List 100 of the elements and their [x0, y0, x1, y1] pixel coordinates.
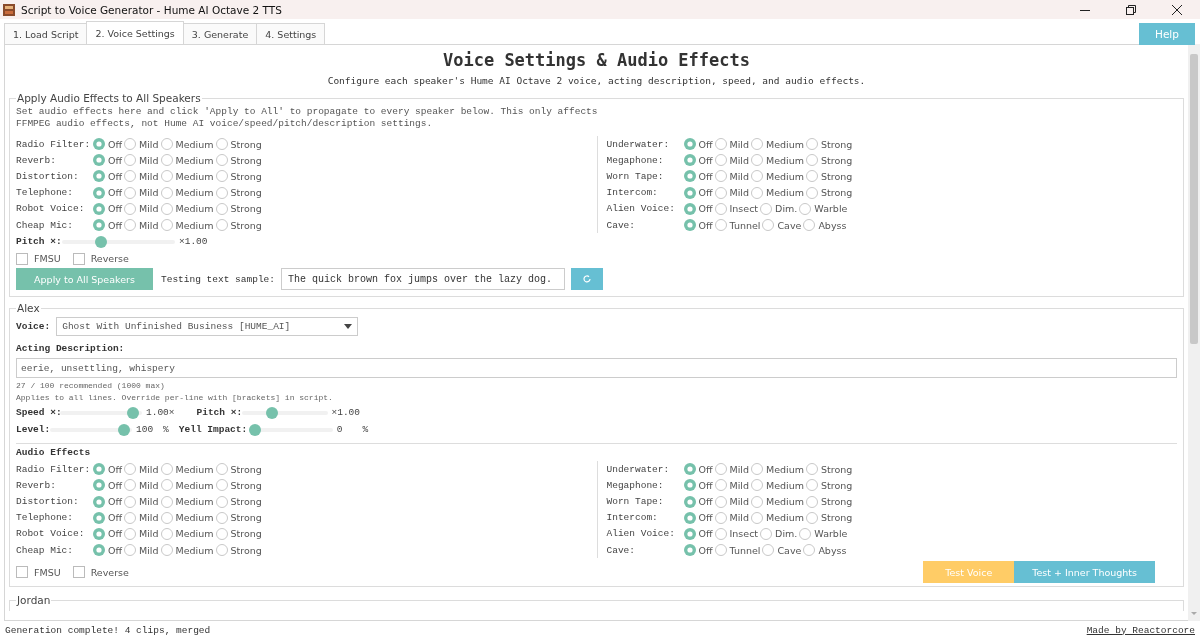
radio-option[interactable]: Strong [215, 511, 262, 524]
radio-option[interactable]: Medium [751, 511, 805, 524]
radio-option[interactable]: Off [93, 138, 123, 151]
radio-option[interactable]: Mild [714, 463, 750, 476]
slider-thumb[interactable] [127, 406, 140, 419]
radio-option[interactable]: Mild [124, 511, 159, 524]
radio-option[interactable]: Medium [751, 495, 805, 508]
radio-option[interactable]: Tunnel [714, 544, 761, 557]
radio-option[interactable]: Strong [215, 154, 262, 167]
radio-option[interactable]: Mild [714, 495, 750, 508]
radio-option[interactable]: Medium [160, 186, 214, 199]
slider-thumb[interactable] [265, 406, 278, 419]
radio-option[interactable]: Dim. [760, 527, 798, 540]
radio-option[interactable]: Cave [762, 219, 802, 232]
slider[interactable] [62, 235, 175, 248]
radio-option[interactable]: Mild [124, 170, 159, 183]
radio-option[interactable]: Off [683, 463, 713, 476]
radio-option[interactable]: Medium [160, 544, 214, 557]
radio-option[interactable]: Strong [215, 495, 262, 508]
radio-option[interactable]: Insect [714, 202, 759, 215]
radio-option[interactable]: Mild [714, 511, 750, 524]
radio-option[interactable]: Strong [215, 463, 262, 476]
radio-option[interactable]: Mild [124, 219, 159, 232]
slider-thumb[interactable] [95, 235, 108, 248]
radio-option[interactable]: Strong [806, 138, 853, 151]
radio-option[interactable]: Mild [714, 138, 750, 151]
radio-option[interactable]: Off [683, 186, 713, 199]
radio-option[interactable]: Medium [160, 154, 214, 167]
radio-option[interactable]: Mild [714, 154, 750, 167]
radio-option[interactable]: Off [93, 186, 123, 199]
radio-option[interactable]: Warble [799, 527, 848, 540]
radio-option[interactable]: Strong [215, 170, 262, 183]
radio-option[interactable]: Mild [124, 479, 159, 492]
slider[interactable] [50, 423, 132, 436]
radio-option[interactable]: Strong [806, 463, 853, 476]
radio-option[interactable]: Mild [124, 544, 159, 557]
radio-option[interactable]: Cave [762, 544, 802, 557]
radio-option[interactable]: Off [93, 463, 123, 476]
radio-option[interactable]: Strong [215, 544, 262, 557]
radio-option[interactable]: Off [683, 138, 713, 151]
radio-option[interactable]: Off [683, 527, 713, 540]
radio-option[interactable]: Strong [806, 154, 853, 167]
radio-option[interactable]: Strong [806, 495, 853, 508]
restore-icon[interactable] [1126, 5, 1136, 15]
checkbox[interactable]: FMSU [16, 252, 61, 265]
radio-option[interactable]: Abyss [803, 219, 847, 232]
radio-option[interactable]: Mild [124, 186, 159, 199]
radio-option[interactable]: Medium [160, 479, 214, 492]
radio-option[interactable]: Mild [124, 154, 159, 167]
radio-option[interactable]: Mild [714, 479, 750, 492]
radio-option[interactable]: Off [93, 154, 123, 167]
radio-option[interactable]: Off [93, 527, 123, 540]
radio-option[interactable]: Medium [160, 219, 214, 232]
slider-thumb[interactable] [117, 423, 130, 436]
radio-option[interactable]: Off [93, 219, 123, 232]
radio-option[interactable]: Off [93, 511, 123, 524]
credit-link[interactable]: Made by Reactorcore [1086, 624, 1195, 636]
radio-option[interactable]: Off [683, 202, 713, 215]
refresh-button[interactable] [571, 268, 604, 291]
radio-option[interactable]: Off [93, 202, 123, 215]
radio-option[interactable]: Off [93, 479, 123, 492]
radio-option[interactable]: Mild [124, 463, 159, 476]
radio-option[interactable]: Medium [160, 495, 214, 508]
tab[interactable]: 3. Generate [182, 23, 258, 44]
radio-option[interactable]: Off [683, 544, 713, 557]
radio-option[interactable]: Off [93, 544, 123, 557]
radio-option[interactable]: Strong [806, 511, 853, 524]
input-field[interactable]: The quick brown fox jumps over the lazy dog. [281, 268, 566, 291]
slider[interactable] [241, 406, 328, 419]
radio-option[interactable]: Medium [160, 511, 214, 524]
radio-option[interactable]: Off [683, 479, 713, 492]
radio-option[interactable]: Off [683, 154, 713, 167]
radio-option[interactable]: Mild [124, 202, 159, 215]
radio-option[interactable]: Strong [215, 527, 262, 540]
radio-option[interactable]: Strong [215, 202, 262, 215]
radio-option[interactable]: Medium [160, 202, 214, 215]
radio-option[interactable]: Medium [751, 186, 805, 199]
minimize-icon[interactable] [1080, 9, 1090, 11]
radio-option[interactable]: Medium [751, 138, 805, 151]
radio-option[interactable]: Strong [806, 479, 853, 492]
radio-option[interactable]: Mild [714, 170, 750, 183]
radio-option[interactable]: Medium [160, 138, 214, 151]
checkbox[interactable]: Reverse [72, 252, 129, 265]
input-field[interactable]: eerie, unsettling, whispery [16, 358, 1177, 379]
slider-thumb[interactable] [248, 423, 261, 436]
slider[interactable] [60, 406, 142, 419]
radio-option[interactable]: Medium [160, 463, 214, 476]
radio-option[interactable]: Off [683, 170, 713, 183]
radio-option[interactable]: Medium [751, 479, 805, 492]
radio-option[interactable]: Medium [160, 527, 214, 540]
radio-option[interactable]: Off [683, 495, 713, 508]
radio-option[interactable]: Medium [160, 170, 214, 183]
scrollbar[interactable] [1188, 44, 1200, 621]
radio-option[interactable]: Mild [124, 527, 159, 540]
close-icon[interactable] [1172, 5, 1182, 15]
radio-option[interactable]: Mild [124, 138, 159, 151]
slider[interactable] [248, 423, 333, 436]
tab[interactable]: 1. Load Script [4, 23, 88, 44]
checkbox[interactable]: Reverse [72, 566, 129, 579]
radio-option[interactable]: Warble [799, 202, 848, 215]
